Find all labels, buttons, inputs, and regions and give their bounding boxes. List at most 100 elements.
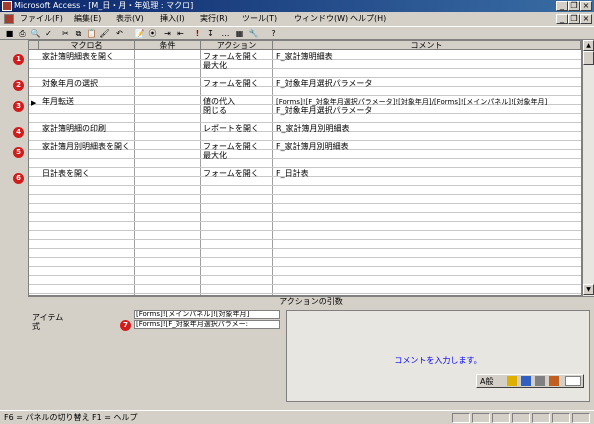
format-painter-icon[interactable]: 🖌: [99, 28, 110, 39]
row-line: [29, 212, 581, 213]
menu-edit[interactable]: 編集(E): [74, 14, 101, 24]
minimize-button[interactable]: _: [556, 1, 568, 11]
action-cell[interactable]: 最大化: [203, 62, 227, 70]
build-icon[interactable]: …: [220, 28, 231, 39]
ime-toolbar: A般: [476, 374, 584, 388]
expression-field[interactable]: [Forms]![F_対象年月選択パラメー:: [134, 320, 280, 329]
column-header-macro-name[interactable]: マクロ名: [39, 41, 135, 50]
annotation-3: 3: [13, 101, 24, 112]
database-window-icon[interactable]: ▦: [234, 28, 245, 39]
window-title: Microsoft Access - [M_日・月・年処理 : マクロ]: [14, 1, 194, 10]
comment-hint-text: コメントを入力します。: [394, 356, 482, 365]
row-line: [29, 284, 581, 285]
row-line: [29, 122, 581, 123]
print-icon[interactable]: ⎙: [17, 28, 28, 39]
comment-cell[interactable]: [Forms]![F_対象年月選択パラメータ]![対象年月]/[Forms]![…: [276, 98, 547, 106]
macro-name-cell[interactable]: 対象年月の選択: [42, 80, 98, 88]
status-panel: [512, 413, 530, 423]
macro-name-cell[interactable]: 日計表を開く: [42, 170, 90, 178]
row-line: [29, 140, 581, 141]
ime-pad-icon[interactable]: [535, 376, 545, 386]
action-cell[interactable]: 閉じる: [203, 107, 227, 115]
row-line: [29, 95, 581, 96]
annotation-2: 2: [13, 80, 24, 91]
run-icon[interactable]: !: [192, 28, 203, 39]
status-panel: [552, 413, 570, 423]
action-cell[interactable]: フォームを開く: [203, 80, 259, 88]
menu-help[interactable]: ヘルプ(H): [350, 14, 386, 24]
row-line: [29, 77, 581, 78]
macro-names-icon[interactable]: 📝: [134, 28, 145, 39]
action-cell[interactable]: フォームを開く: [203, 143, 259, 151]
ime-convert-icon[interactable]: [507, 376, 517, 386]
menu-run[interactable]: 実行(R): [200, 14, 228, 24]
row-line: [29, 158, 581, 159]
close-button[interactable]: ×: [580, 1, 592, 11]
status-panel: [532, 413, 550, 423]
paste-icon[interactable]: 📋: [86, 28, 97, 39]
row-line: [29, 293, 581, 294]
row-line: [29, 185, 581, 186]
annotation-7: 7: [120, 320, 131, 331]
comment-cell[interactable]: F_家計簿明細表: [276, 53, 333, 61]
help-icon[interactable]: ?: [268, 28, 279, 39]
row-line: [29, 203, 581, 204]
status-panel: [472, 413, 490, 423]
row-line: [29, 239, 581, 240]
action-cell[interactable]: フォームを開く: [203, 53, 259, 61]
menu-tools[interactable]: ツール(T): [242, 14, 277, 24]
delete-row-icon[interactable]: ⇤: [175, 28, 186, 39]
preview-icon[interactable]: 🔍: [30, 28, 41, 39]
scroll-up-icon[interactable]: ▲: [583, 40, 594, 51]
ime-mode-icon[interactable]: A般: [480, 376, 493, 387]
new-object-icon[interactable]: 🔧: [248, 28, 259, 39]
row-line: [29, 230, 581, 231]
menu-window[interactable]: ウィンドウ(W): [294, 14, 348, 24]
doc-minimize-button[interactable]: _: [556, 14, 568, 24]
action-cell[interactable]: 最大化: [203, 152, 227, 160]
ime-tools-icon[interactable]: [549, 376, 559, 386]
menu-insert[interactable]: 挿入(I): [160, 14, 185, 24]
save-icon[interactable]: ■: [4, 28, 15, 39]
copy-icon[interactable]: ⧉: [73, 28, 84, 39]
macro-name-cell[interactable]: 家計簿月別明細表を開く: [42, 143, 130, 151]
row-line: [29, 248, 581, 249]
macro-name-cell[interactable]: 年月転送: [42, 98, 74, 106]
arguments-panel-header: アクションの引数: [28, 296, 594, 306]
ime-help-icon[interactable]: [565, 376, 581, 386]
macro-name-cell[interactable]: 家計簿明細の印刷: [42, 125, 106, 133]
ime-dictionary-icon[interactable]: [521, 376, 531, 386]
document-icon[interactable]: [4, 14, 14, 24]
insert-row-icon[interactable]: ⇥: [162, 28, 173, 39]
column-header-action[interactable]: アクション: [201, 41, 273, 50]
menu-view[interactable]: 表示(V): [116, 14, 144, 24]
doc-close-button[interactable]: ×: [580, 14, 592, 24]
action-cell[interactable]: レポートを開く: [203, 125, 259, 133]
item-field[interactable]: [Forms]![メインパネル]![対象年月]: [134, 310, 280, 319]
comment-cell[interactable]: F_対象年月選択パラメータ: [276, 107, 372, 115]
step-icon[interactable]: ↧: [205, 28, 216, 39]
row-line: [29, 266, 581, 267]
restore-button[interactable]: ❐: [568, 1, 580, 11]
comment-cell[interactable]: F_日計表: [276, 170, 309, 178]
comment-cell[interactable]: F_家計簿月別明細表: [276, 143, 349, 151]
action-cell[interactable]: フォームを開く: [203, 170, 259, 178]
comment-cell[interactable]: F_対象年月選択パラメータ: [276, 80, 372, 88]
status-text: F6 = パネルの切り替え F1 = ヘルプ: [4, 413, 138, 422]
undo-icon[interactable]: ↶: [114, 28, 125, 39]
vertical-scrollbar[interactable]: ▲ ▼: [582, 40, 594, 296]
menu-file[interactable]: ファイル(F): [20, 14, 63, 24]
macro-name-cell[interactable]: 家計簿明細表を開く: [42, 53, 114, 61]
scroll-thumb[interactable]: [583, 51, 594, 65]
cut-icon[interactable]: ✂: [60, 28, 71, 39]
doc-restore-button[interactable]: ❐: [568, 14, 580, 24]
access-app-icon[interactable]: [2, 1, 12, 11]
spelling-icon[interactable]: ✓: [43, 28, 54, 39]
conditions-icon[interactable]: ⦿: [147, 28, 158, 39]
action-cell[interactable]: 値の代入: [203, 98, 235, 106]
column-header-comment[interactable]: コメント: [273, 41, 581, 50]
scroll-down-icon[interactable]: ▼: [583, 284, 594, 295]
comment-cell[interactable]: R_家計簿月別明細表: [276, 125, 350, 133]
annotation-5: 5: [13, 147, 24, 158]
column-header-condition[interactable]: 条件: [135, 41, 201, 50]
